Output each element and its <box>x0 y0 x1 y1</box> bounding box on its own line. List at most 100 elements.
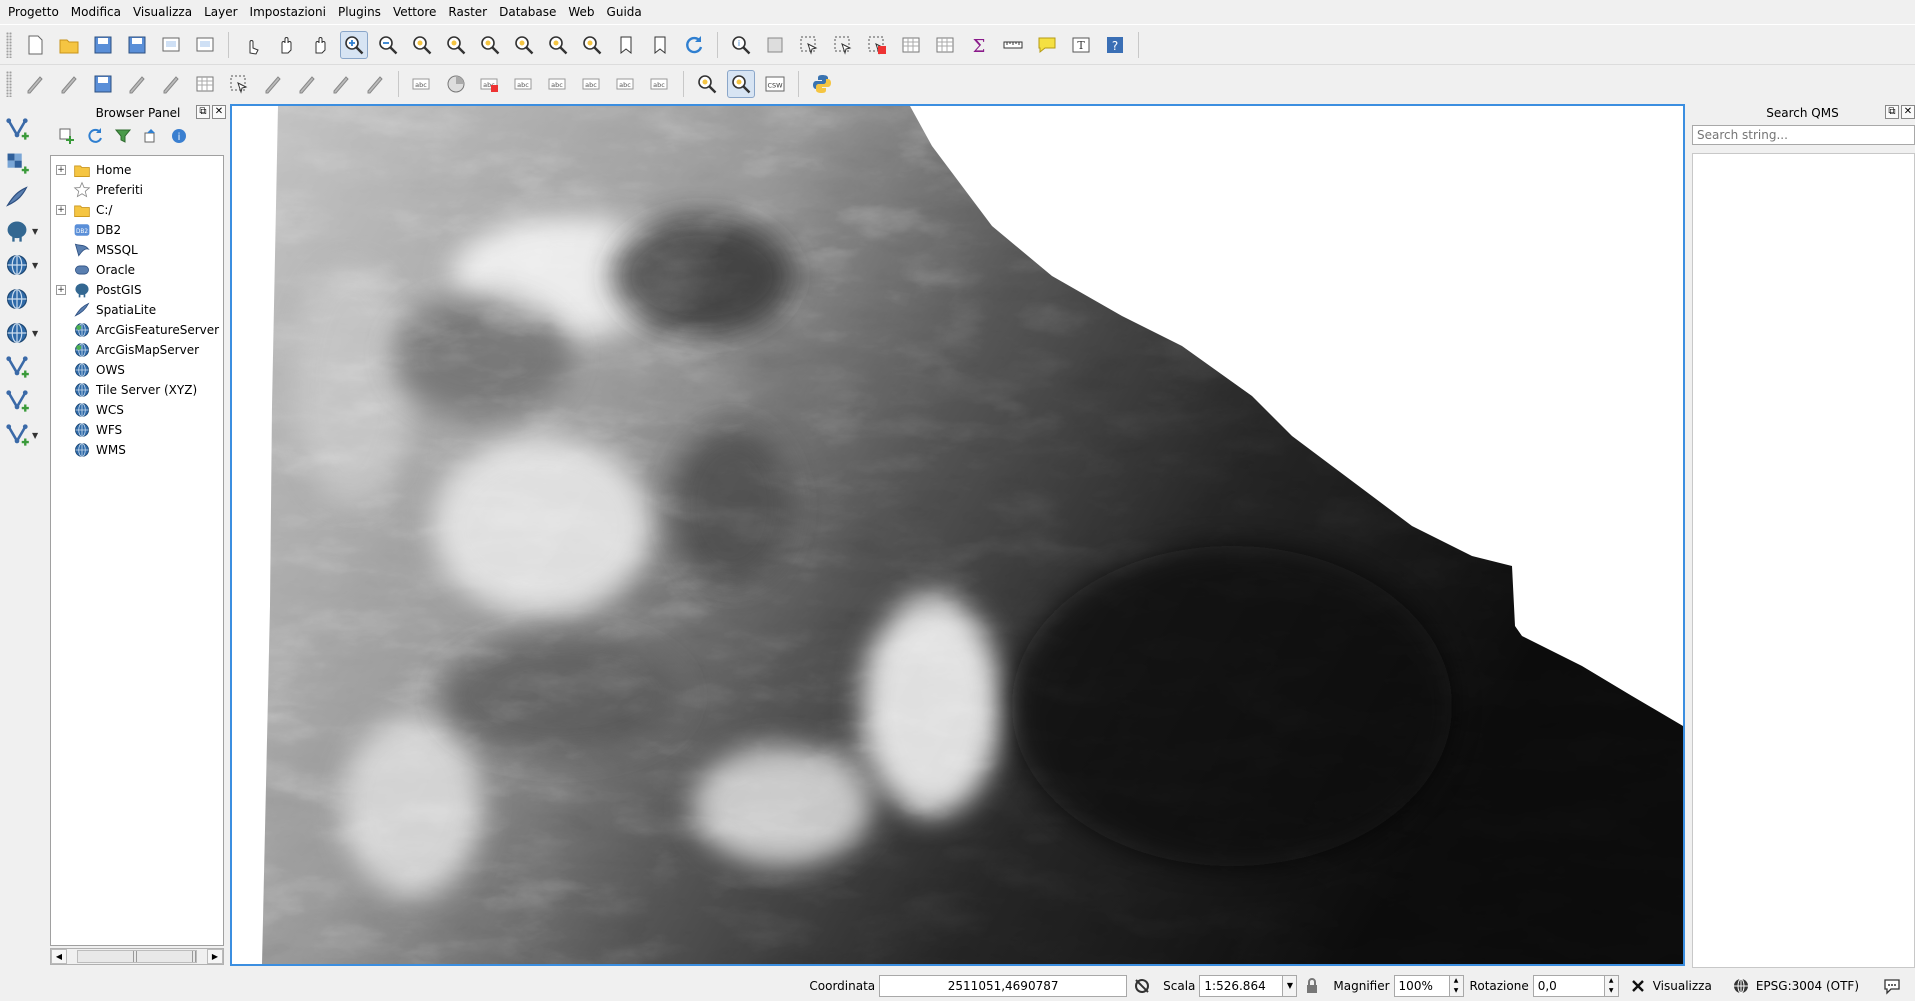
add-layer-icon[interactable] <box>56 125 78 147</box>
measure-icon[interactable] <box>999 31 1027 59</box>
close-button[interactable]: ✕ <box>1901 105 1915 119</box>
delete-selected-icon[interactable] <box>225 70 253 98</box>
qms-search-icon[interactable] <box>727 69 755 98</box>
delete-icon[interactable] <box>259 70 287 98</box>
deselect-icon[interactable] <box>863 31 891 59</box>
expand-icon[interactable]: + <box>56 285 66 295</box>
zoom-to-selection-icon[interactable] <box>476 31 504 59</box>
horizontal-scrollbar[interactable]: ◀ ▶ <box>50 948 224 965</box>
zoom-last-icon[interactable] <box>544 31 572 59</box>
help-icon[interactable]: ? <box>1101 31 1129 59</box>
filter-icon[interactable] <box>112 125 134 147</box>
toolbar-handle[interactable] <box>6 31 12 58</box>
browser-item-preferiti[interactable]: Preferiti <box>51 180 223 200</box>
add-raster-layer-button[interactable] <box>0 146 32 180</box>
scale-combobox[interactable]: 1:526.864 <box>1199 974 1284 997</box>
new-bookmark-icon[interactable] <box>612 31 640 59</box>
qms-search-input[interactable] <box>1692 125 1915 145</box>
save-as-icon[interactable] <box>123 31 151 59</box>
attribute-table-icon[interactable] <box>897 31 925 59</box>
menu-plugins[interactable]: Plugins <box>332 1 387 23</box>
show-bookmarks-icon[interactable] <box>646 31 674 59</box>
refresh-icon[interactable] <box>84 125 106 147</box>
crs-globe-icon[interactable] <box>1730 975 1752 997</box>
menu-web[interactable]: Web <box>562 1 600 23</box>
browser-item-wcs[interactable]: WCS <box>51 400 223 420</box>
identify-icon[interactable]: i <box>727 31 755 59</box>
add-delimited-text-button[interactable] <box>0 384 32 418</box>
menu-visualizza[interactable]: Visualizza <box>127 1 198 23</box>
browser-item-ows[interactable]: OWS <box>51 360 223 380</box>
add-postgis-layer-button[interactable]: ▼ <box>0 214 38 248</box>
float-button[interactable]: ⧉ <box>196 105 210 119</box>
new-print-layout-icon[interactable] <box>157 31 185 59</box>
expand-icon[interactable]: + <box>56 205 66 215</box>
save-project-icon[interactable] <box>89 31 117 59</box>
browser-item-oracle[interactable]: Oracle <box>51 260 223 280</box>
menu-guida[interactable]: Guida <box>601 1 648 23</box>
diagram-icon[interactable] <box>442 70 470 98</box>
select-features-icon[interactable] <box>795 31 823 59</box>
vertex-tool-icon[interactable] <box>157 70 185 98</box>
layout-manager-icon[interactable] <box>191 31 219 59</box>
magnifier-field[interactable]: 100% <box>1393 974 1450 997</box>
scroll-left-icon[interactable]: ◀ <box>51 949 67 964</box>
scroll-right-icon[interactable]: ▶ <box>207 949 223 964</box>
add-wfs-layer-button[interactable]: ▼ <box>0 316 38 350</box>
browser-item-wms[interactable]: WMS <box>51 440 223 460</box>
rotation-field[interactable]: 0,0 <box>1532 974 1605 997</box>
map-tips-icon[interactable] <box>1033 31 1061 59</box>
pin-labels-icon[interactable]: abc <box>510 70 538 98</box>
zoom-native-icon[interactable] <box>408 31 436 59</box>
pan-icon[interactable] <box>272 31 300 59</box>
copy-features-icon[interactable] <box>327 70 355 98</box>
text-annotation-icon[interactable]: T <box>1067 31 1095 59</box>
select-by-expression-icon[interactable] <box>829 31 857 59</box>
extents-toggle-icon[interactable] <box>1131 975 1153 997</box>
label-abc-icon[interactable]: abc <box>408 70 436 98</box>
change-label-icon[interactable]: abc <box>646 70 674 98</box>
add-spatialite-layer-button[interactable] <box>0 180 32 214</box>
move-label-icon[interactable]: abc <box>578 70 606 98</box>
browser-item-spatialite[interactable]: SpatiaLite <box>51 300 223 320</box>
run-action-icon[interactable] <box>761 31 789 59</box>
field-calculator-icon[interactable] <box>931 31 959 59</box>
dropdown-arrow-icon[interactable]: ▼ <box>32 431 38 440</box>
current-edits-icon[interactable] <box>21 70 49 98</box>
dropdown-arrow-icon[interactable]: ▼ <box>32 261 38 270</box>
magnifier-spinner[interactable]: ▲ ▼ <box>1449 974 1464 997</box>
browser-item-mssql[interactable]: MSSQL <box>51 240 223 260</box>
rotate-label-icon[interactable]: abc <box>612 70 640 98</box>
cut-features-icon[interactable] <box>293 70 321 98</box>
python-console-icon[interactable] <box>808 70 836 98</box>
scrollbar-thumb[interactable] <box>77 950 197 963</box>
dropdown-arrow-icon[interactable]: ▼ <box>32 227 38 236</box>
add-record-icon[interactable] <box>191 70 219 98</box>
menu-layer[interactable]: Layer <box>198 1 243 23</box>
browser-item-postgis[interactable]: + PostGIS <box>51 280 223 300</box>
add-virtual-layer-button[interactable] <box>0 350 32 384</box>
touch-zoom-icon[interactable] <box>238 31 266 59</box>
toggle-editing-icon[interactable] <box>55 70 83 98</box>
open-project-icon[interactable] <box>55 31 83 59</box>
browser-item-home[interactable]: + Home <box>51 160 223 180</box>
browser-item-tile-server-xyz[interactable]: Tile Server (XYZ) <box>51 380 223 400</box>
add-wcs-layer-button[interactable] <box>0 282 32 316</box>
paste-features-icon[interactable] <box>361 70 389 98</box>
statistics-icon[interactable]: Σ <box>965 31 993 59</box>
coordinate-field[interactable]: 2511051,4690787 <box>879 974 1128 997</box>
messages-icon[interactable] <box>1881 975 1903 997</box>
dropdown-arrow-icon[interactable]: ▼ <box>32 329 38 338</box>
lock-scale-icon[interactable] <box>1301 975 1323 997</box>
menu-progetto[interactable]: Progetto <box>2 1 65 23</box>
csw-icon[interactable]: CSW <box>761 70 789 98</box>
browser-item-c[interactable]: + C:/ <box>51 200 223 220</box>
new-shapefile-button[interactable]: ▼ <box>0 418 38 452</box>
add-feature-icon[interactable] <box>123 70 151 98</box>
browser-item-arcgismapserver[interactable]: ArcGisMapServer <box>51 340 223 360</box>
new-project-icon[interactable] <box>21 31 49 59</box>
metasearch-icon[interactable] <box>693 70 721 98</box>
rotation-spinner[interactable]: ▲ ▼ <box>1604 974 1619 997</box>
menu-vettore[interactable]: Vettore <box>387 1 442 23</box>
render-checkbox-icon[interactable] <box>1627 975 1649 997</box>
